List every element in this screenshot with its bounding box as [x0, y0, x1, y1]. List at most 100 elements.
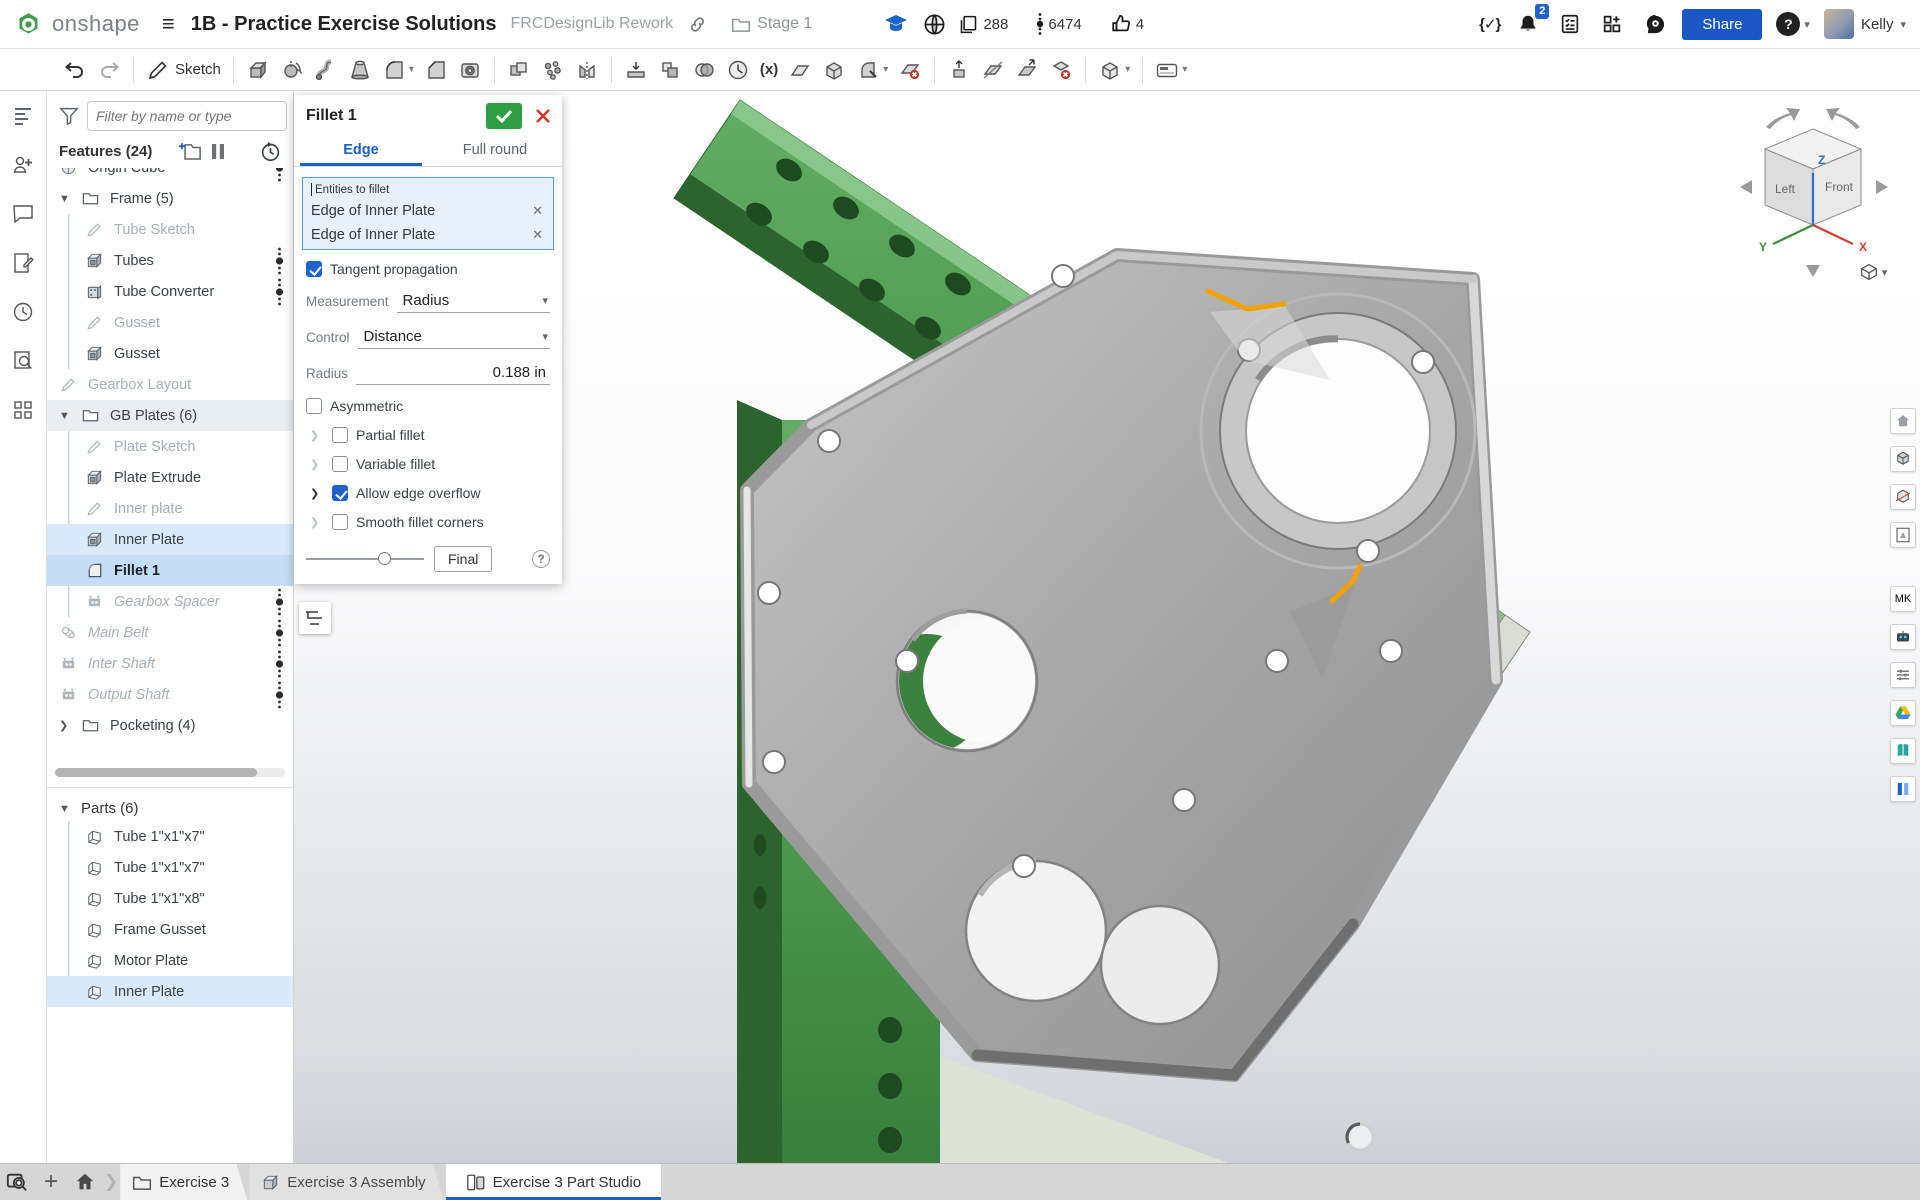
entities-to-fillet-box[interactable]: Entities to fillet Edge of Inner Plate✕E… [302, 177, 554, 250]
dialog-help-icon[interactable]: ? [532, 550, 550, 568]
comments-icon[interactable] [8, 199, 38, 229]
chamfer-button[interactable] [419, 55, 453, 85]
docs-extension-button[interactable] [1890, 738, 1916, 764]
mirror-button[interactable] [570, 55, 604, 85]
redo-button[interactable] [92, 55, 126, 85]
ai-assistant-icon[interactable] [1640, 10, 1668, 38]
rollback-history-icon[interactable] [260, 141, 281, 162]
chevron-down-icon[interactable]: ▼ [59, 193, 81, 205]
primitives-button[interactable]: ▾ [1093, 55, 1135, 85]
new-tab-button[interactable]: + [34, 1164, 68, 1200]
new-folder-icon[interactable] [178, 142, 201, 161]
part-item-inner-plate[interactable]: Inner Plate [47, 976, 293, 1007]
feature-item-main-belt[interactable]: Main Belt [47, 617, 293, 648]
chevron-down-icon[interactable]: ▾ [1125, 64, 1130, 75]
pattern-button[interactable] [536, 55, 570, 85]
asymmetric-row[interactable]: Asymmetric [294, 391, 562, 420]
remove-entity-icon[interactable]: ✕ [530, 227, 545, 243]
part-item-tube-1-x1-x7[interactable]: Tube 1"x1"x7" [47, 852, 293, 883]
radius-input[interactable]: 0.188 in [356, 362, 550, 385]
partial-fillet-row[interactable]: ❯ Partial fillet [294, 420, 562, 449]
chevron-right-icon[interactable]: ❯ [59, 719, 81, 732]
notifications-bell-icon[interactable]: 2 [1514, 10, 1542, 38]
chevron-down-icon[interactable]: ▾ [1182, 64, 1187, 75]
allow-edge-overflow-checkbox[interactable] [332, 485, 348, 501]
feature-item-fillet-1[interactable]: Fillet 1 [47, 555, 293, 586]
user-menu[interactable]: Kelly ▾ [1824, 9, 1906, 39]
filter-funnel-icon[interactable] [59, 107, 79, 125]
dialog-list-toggle-button[interactable] [299, 602, 331, 634]
accept-button[interactable] [486, 103, 522, 129]
tab-edge[interactable]: Edge [294, 135, 428, 166]
insert-new-icon[interactable] [8, 150, 38, 180]
intersect-button[interactable] [687, 55, 721, 85]
modify-fillet-button[interactable]: ▾ [851, 55, 893, 85]
feature-item-tube-converter[interactable]: Tube Converter [47, 276, 293, 307]
tangent-propagation-row[interactable]: Tangent propagation [294, 254, 562, 283]
box-button[interactable] [817, 55, 851, 85]
hole-button[interactable] [453, 55, 487, 85]
part-item-motor-plate[interactable]: Motor Plate [47, 945, 293, 976]
tangent-propagation-checkbox[interactable] [306, 261, 322, 277]
delete-part-button[interactable] [1044, 55, 1078, 85]
feature-item-output-shaft[interactable]: Output Shaft [47, 679, 293, 710]
chevron-down-icon[interactable]: ▾ [883, 64, 888, 75]
robot-extension-button[interactable] [1890, 624, 1916, 650]
variable-button[interactable]: (x) [755, 58, 783, 82]
feature-status-dots-icon[interactable] [275, 278, 287, 306]
feature-item-plate-sketch[interactable]: Plate Sketch [47, 431, 293, 462]
feature-status-dots-icon[interactable] [275, 168, 287, 182]
search-tabs-button[interactable] [0, 1164, 34, 1200]
feature-item-gb-plates-6[interactable]: ▼GB Plates (6) [47, 400, 293, 431]
history-icon[interactable] [8, 297, 38, 327]
feature-item-gusset[interactable]: Gusset [47, 307, 293, 338]
allow-edge-overflow-row[interactable]: ❯ Allow edge overflow [294, 478, 562, 507]
sheets-extension-button[interactable] [1890, 776, 1916, 802]
nameplate-button[interactable]: ▾ [1150, 55, 1192, 85]
doc-tab-exercise-3-part-studio[interactable]: Exercise 3 Part Studio [446, 1164, 661, 1200]
view-options-button[interactable]: ▾ [1850, 259, 1896, 285]
fillet-entity-item[interactable]: Edge of Inner Plate✕ [303, 223, 553, 247]
chevron-down-icon[interactable]: ▼ [59, 410, 81, 422]
tab-full-round[interactable]: Full round [428, 135, 562, 166]
copies-stat[interactable]: 288 [958, 14, 1008, 35]
feature-item-inner-plate[interactable]: Inner Plate [47, 524, 293, 555]
partial-fillet-checkbox[interactable] [332, 427, 348, 443]
plane-button[interactable] [783, 55, 817, 85]
move-face-button[interactable] [1010, 55, 1044, 85]
thicken-button[interactable] [619, 55, 653, 85]
search-in-doc-icon[interactable] [8, 346, 38, 376]
feature-status-dots-icon[interactable] [275, 619, 287, 647]
edit-doc-icon[interactable] [8, 248, 38, 278]
feature-item-inner-plate[interactable]: Inner plate [47, 493, 293, 524]
featurescript-icon[interactable]: {✓} [1479, 15, 1500, 33]
rollback-slider[interactable] [306, 552, 424, 566]
smooth-fillet-corners-row[interactable]: ❯ Smooth fillet corners [294, 507, 562, 536]
home-tab-button[interactable] [68, 1164, 102, 1200]
transform-button[interactable] [942, 55, 976, 85]
named-views-button[interactable] [1890, 522, 1916, 548]
section-view-button[interactable] [1890, 484, 1916, 510]
feature-item-tube-sketch[interactable]: Tube Sketch [47, 214, 293, 245]
sweep-button[interactable] [309, 55, 343, 85]
sketch-button[interactable]: Sketch [141, 55, 226, 85]
loft-button[interactable] [343, 55, 377, 85]
expand-chevron-icon[interactable]: ❯ [310, 429, 324, 442]
feature-item-gearbox-layout[interactable]: Gearbox Layout [47, 369, 293, 400]
main-menu-button[interactable]: ≡ [156, 11, 181, 37]
breadcrumb[interactable]: Stage 1 [731, 15, 812, 33]
control-dropdown[interactable]: Distance▾ [358, 326, 550, 349]
suppress-pause-icon[interactable] [211, 143, 225, 160]
remove-entity-icon[interactable]: ✕ [530, 203, 545, 219]
apps-grid-icon[interactable] [8, 395, 38, 425]
feature-item-gusset[interactable]: Gusset [47, 338, 293, 369]
asymmetric-checkbox[interactable] [306, 398, 322, 414]
helix-button[interactable] [721, 55, 755, 85]
isometric-views-button[interactable] [1890, 446, 1916, 472]
part-item-frame-gusset[interactable]: Frame Gusset [47, 914, 293, 945]
feature-item-gearbox-spacer[interactable]: Gearbox Spacer [47, 586, 293, 617]
cancel-button[interactable] [532, 105, 554, 127]
feature-item-inter-shaft[interactable]: Inter Shaft [47, 648, 293, 679]
boolean-button[interactable] [502, 55, 536, 85]
home-view-button[interactable] [1890, 408, 1916, 434]
